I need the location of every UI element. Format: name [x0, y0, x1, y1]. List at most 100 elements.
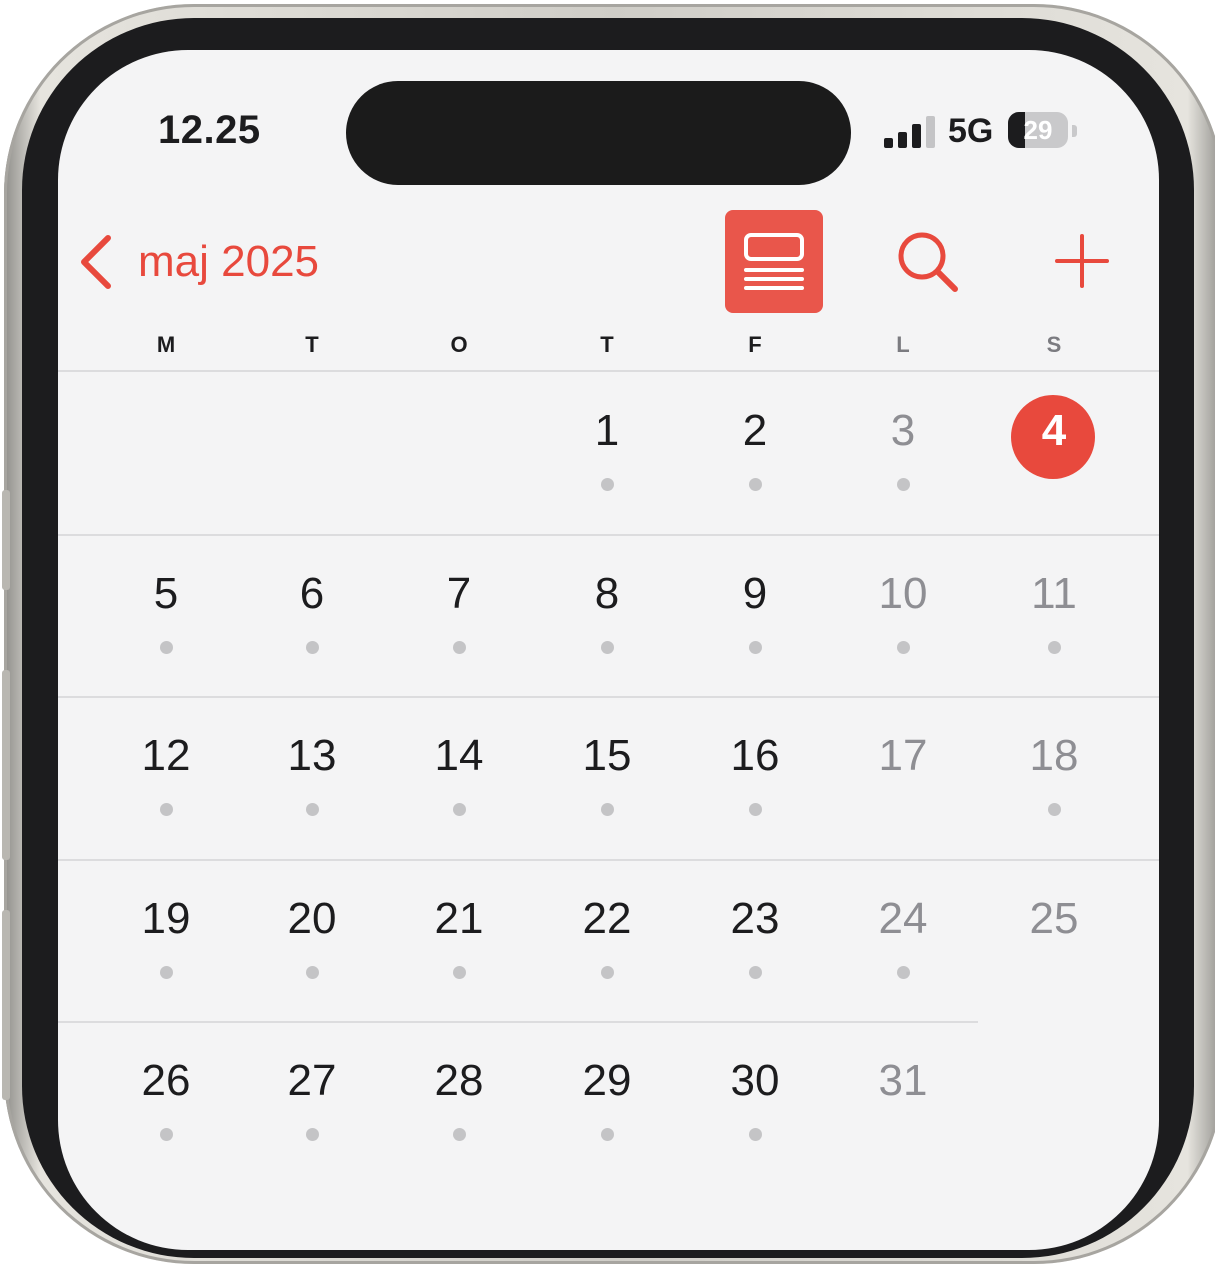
battery-cap — [1072, 125, 1077, 137]
network-type: 5G — [948, 112, 994, 150]
day-number: 12 — [141, 731, 191, 780]
weekday-label: S — [1046, 332, 1062, 357]
day-cell[interactable]: 22 — [547, 860, 667, 980]
event-dot — [749, 966, 762, 979]
day-cell[interactable]: 8 — [547, 535, 667, 655]
event-dot — [160, 803, 173, 816]
day-cell[interactable]: 20 — [252, 860, 372, 980]
event-dot — [897, 478, 910, 491]
event-dot — [749, 803, 762, 816]
day-cell[interactable]: 24 — [843, 860, 963, 980]
event-dot — [453, 966, 466, 979]
event-dot — [453, 803, 466, 816]
battery-level: 29 — [1023, 115, 1053, 145]
status-time: 12.25 — [158, 108, 261, 152]
day-cell[interactable]: 25 — [994, 860, 1114, 980]
side-button — [2, 910, 10, 1100]
day-number: 27 — [287, 1056, 337, 1105]
event-dot — [453, 1128, 466, 1141]
day-cell[interactable]: 7 — [399, 535, 519, 655]
day-cell[interactable]: 28 — [399, 1022, 519, 1142]
day-cell[interactable]: 16 — [695, 697, 815, 817]
day-cell[interactable]: 29 — [547, 1022, 667, 1142]
plus-icon — [1055, 234, 1109, 288]
day-cell[interactable]: 11 — [994, 535, 1114, 655]
event-dot — [306, 803, 319, 816]
event-dot — [601, 966, 614, 979]
event-dot — [160, 1128, 173, 1141]
day-number: 1 — [594, 406, 620, 455]
event-dot — [160, 641, 173, 654]
day-cell[interactable]: 6 — [252, 535, 372, 655]
day-number: 3 — [890, 406, 916, 455]
month-title: maj 2025 — [138, 237, 320, 286]
event-dot — [601, 1128, 614, 1141]
event-dot — [749, 641, 762, 654]
search-button[interactable] — [896, 230, 960, 294]
battery-icon: 29 — [1008, 112, 1068, 148]
day-cell[interactable]: 9 — [695, 535, 815, 655]
weekday-label: T — [600, 332, 614, 357]
day-number: 9 — [742, 569, 768, 618]
event-dot — [453, 641, 466, 654]
event-dot — [601, 803, 614, 816]
day-cell[interactable]: 4 — [994, 372, 1114, 492]
event-dot — [749, 478, 762, 491]
day-cell[interactable]: 14 — [399, 697, 519, 817]
day-cell[interactable]: 27 — [252, 1022, 372, 1142]
day-cell[interactable]: 15 — [547, 697, 667, 817]
day-number: 30 — [730, 1056, 780, 1105]
day-number: 24 — [878, 894, 928, 943]
back-button[interactable]: maj 2025 — [78, 232, 319, 292]
side-button — [2, 670, 10, 860]
event-dot — [1048, 803, 1061, 816]
day-number: 16 — [730, 731, 780, 780]
day-number: 2 — [742, 406, 768, 455]
cellular-signal-icon — [884, 114, 938, 148]
day-cell[interactable]: 30 — [695, 1022, 815, 1142]
day-cell[interactable]: 3 — [843, 372, 963, 492]
day-number: 31 — [878, 1056, 928, 1105]
day-cell[interactable]: 26 — [106, 1022, 226, 1142]
day-cell[interactable]: 31 — [843, 1022, 963, 1142]
event-dot — [1048, 641, 1061, 654]
day-cell[interactable]: 5 — [106, 535, 226, 655]
event-dot — [601, 478, 614, 491]
day-cell[interactable]: 23 — [695, 860, 815, 980]
day-number: 19 — [141, 894, 191, 943]
weekday-label: L — [896, 332, 910, 357]
day-number: 15 — [582, 731, 632, 780]
day-number: 28 — [434, 1056, 484, 1105]
event-dot — [897, 641, 910, 654]
day-cell[interactable]: 13 — [252, 697, 372, 817]
day-cell[interactable]: 2 — [695, 372, 815, 492]
day-cell[interactable]: 1 — [547, 372, 667, 492]
day-number: 18 — [1029, 731, 1079, 780]
event-dot — [306, 1128, 319, 1141]
day-number: 13 — [287, 731, 337, 780]
day-number: 20 — [287, 894, 337, 943]
screen: 12.25 5G 29 maj 2025 M T O T F L S 1 2 3… — [58, 50, 1159, 1250]
side-button — [2, 490, 10, 590]
day-number: 26 — [141, 1056, 191, 1105]
day-number: 17 — [878, 731, 928, 780]
event-dot — [601, 641, 614, 654]
view-toggle-button[interactable] — [725, 210, 823, 313]
day-cell[interactable]: 21 — [399, 860, 519, 980]
day-cell[interactable]: 19 — [106, 860, 226, 980]
search-icon — [898, 232, 958, 292]
day-number: 29 — [582, 1056, 632, 1105]
day-cell[interactable]: 18 — [994, 697, 1114, 817]
day-cell[interactable]: 12 — [106, 697, 226, 817]
day-cell[interactable]: 10 — [843, 535, 963, 655]
dynamic-island — [346, 81, 851, 185]
day-number: 25 — [1029, 894, 1079, 943]
add-event-button[interactable] — [1054, 233, 1110, 289]
chevron-left-icon — [81, 235, 111, 289]
day-cell[interactable]: 17 — [843, 697, 963, 817]
weekday-label: M — [156, 332, 176, 357]
day-number: 6 — [299, 569, 325, 618]
day-number: 10 — [878, 569, 928, 618]
day-number: 8 — [594, 569, 620, 618]
day-number: 4 — [1041, 406, 1067, 455]
